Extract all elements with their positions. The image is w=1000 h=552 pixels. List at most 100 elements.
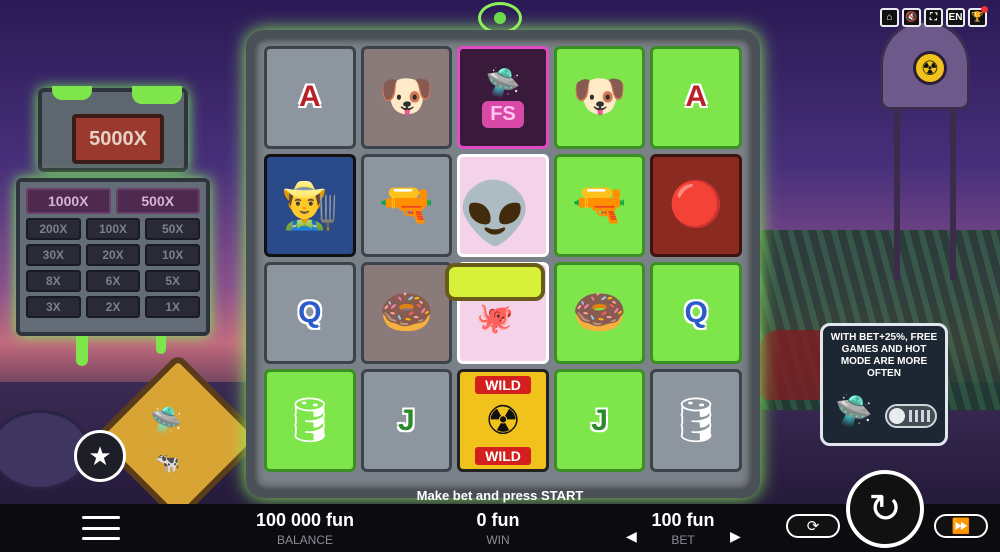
reel-cell: 🛸 FS [457,46,549,149]
bet-decrease-icon[interactable]: ◀ [626,528,637,545]
symbol-letter-a: A [685,80,708,114]
jackpot-cell: 1X [145,296,201,318]
toggle-stripes [909,410,933,422]
bet-value: 100 fun [651,510,715,530]
menu-icon[interactable] [82,516,120,540]
jackpot-cell: 50X [145,218,201,240]
balance-value: 100 000 fun [255,510,355,530]
bet-boost-text: WITH BET+25%, FREE GAMES AND HOT MODE AR… [830,332,938,379]
favorite-star-button[interactable]: ★ [74,430,126,482]
reel-cell: Q [650,261,742,365]
reel-cell: 🐶 [360,46,453,149]
balance-display: 100 000 fun BALANCE [232,510,378,547]
reel-cell [457,153,549,257]
win-label: WIN [486,533,510,547]
donut-icon: 🍩 [378,287,434,337]
wild-label-top: WILD [475,376,531,395]
jackpot-cell: 20X [85,244,141,266]
jackpot-cell: 10X [145,244,201,266]
reel-grid: A 🐶 🛸 FS 🐶 A 👨‍🌾 🔫 🔫 🔴 Q 🍩 🍩 Q 🛢 J WILD … [264,46,742,472]
ray-gun-icon: 🔫 [378,180,434,230]
ufo-icon: 🛸 [485,67,521,99]
reel-cell: 🔫 [553,153,646,257]
jackpot-main-value: 5000X [72,114,164,164]
bet-boost-toggle[interactable] [885,404,937,428]
donut-icon: 🍩 [572,287,627,337]
jackpot-cell: 3X [26,296,81,318]
symbol-letter-q: Q [298,295,322,329]
notification-dot [981,6,988,13]
radiation-icon: ☢ [913,51,947,85]
ufo-icon: 🛸 [150,405,183,435]
jackpot-cell: 200X [26,218,81,240]
jackpot-header: 5000X [38,86,188,172]
reel-cell: 🛢 [650,369,742,472]
symbol-letter-j: J [398,403,415,437]
jackpot-row: 200X 100X 50X [26,218,201,240]
jackpot-cell: 30X [26,244,81,266]
vault-wheel-icon: 🔴 [668,180,724,230]
fullscreen-icon[interactable]: ⛶ [924,8,943,27]
water-tank: ☢ [880,20,970,110]
symbol-letter-q: Q [684,295,708,329]
top-toolbar: ⌂ 🔇 ⛶ EN 🏆 [880,6,988,27]
reel-cell: J [553,369,646,472]
trophy-icon[interactable]: 🏆 [968,6,988,27]
balance-label: BALANCE [276,533,334,547]
jackpot-row: 1000X 500X [26,188,200,214]
water-tower: ☢ [870,20,980,280]
win-display: 0 fun WIN [448,510,548,547]
reel-cell: 🍩 [360,261,453,365]
radioactive-barrel-icon: 🛢 [668,395,725,445]
ufo-icon: 🛸 [835,395,873,428]
jackpot-cell: 100X [85,218,141,240]
reel-cell: 🐶 [553,46,646,149]
reel-cell: 👨‍🌾 [264,153,356,257]
jackpot-table: 1000X 500X 200X 100X 50X 30X 20X 10X 8X … [16,178,210,336]
spin-icon: ↻ [868,487,902,531]
free-spins-symbol: 🛸 FS [482,66,524,129]
jackpot-row: 8X 6X 5X [26,270,201,292]
cow-icon: 🐄 [155,452,180,474]
wild-label-bottom: WILD [475,447,531,465]
reel-cell: A [264,46,356,149]
jackpot-cell: 1000X [26,188,111,214]
jackpot-cell: 2X [85,296,141,318]
man-portrait-icon: 👨‍🌾 [281,178,339,231]
fs-label: FS [482,101,524,129]
jackpot-cell: 500X [115,188,200,214]
bet-increase-icon[interactable]: ▶ [730,528,741,545]
bet-boost-panel: WITH BET+25%, FREE GAMES AND HOT MODE AR… [820,323,948,446]
jackpot-panel: 5000X 1000X 500X 200X 100X 50X 30X 20X 1… [16,86,210,366]
sound-icon[interactable]: 🔇 [902,8,921,27]
ray-gun-icon: 🔫 [572,180,627,230]
bet-label: BET [671,533,695,547]
reel-cell: 🔴 [650,153,742,257]
fast-forward-icon[interactable]: ⏩ [934,514,988,538]
toggle-knob [889,408,905,424]
jackpot-cell: 8X [26,270,81,292]
reel-cell: 🔫 [360,153,453,257]
symbol-letter-j: J [591,403,608,437]
spin-button[interactable]: ↻ [846,470,924,548]
reel-cell: Q [264,261,356,365]
wild-symbol: WILD ☢ WILD [460,372,546,469]
jackpot-cell: 6X [85,270,141,292]
reel-cell: J [360,369,453,472]
radiation-icon: ☢ [485,398,521,443]
pug-icon: 🐶 [378,72,434,122]
reel-cell: 🛢 [264,369,356,472]
jackpot-row: 3X 2X 1X [26,296,201,318]
win-value: 0 fun [476,510,520,530]
reel-cell: 🍩 [553,261,646,365]
autoplay-icon[interactable]: ⟳ [786,514,840,538]
pug-icon: 🐶 [572,72,627,122]
language-button[interactable]: EN [946,8,965,27]
reel-cell: WILD ☢ WILD [457,369,549,472]
reel-cell [457,261,549,365]
jackpot-cell: 5X [145,270,201,292]
reel-cell: A [650,46,742,149]
symbol-letter-a: A [298,80,321,114]
home-icon[interactable]: ⌂ [880,8,899,27]
jackpot-row: 30X 20X 10X [26,244,201,266]
